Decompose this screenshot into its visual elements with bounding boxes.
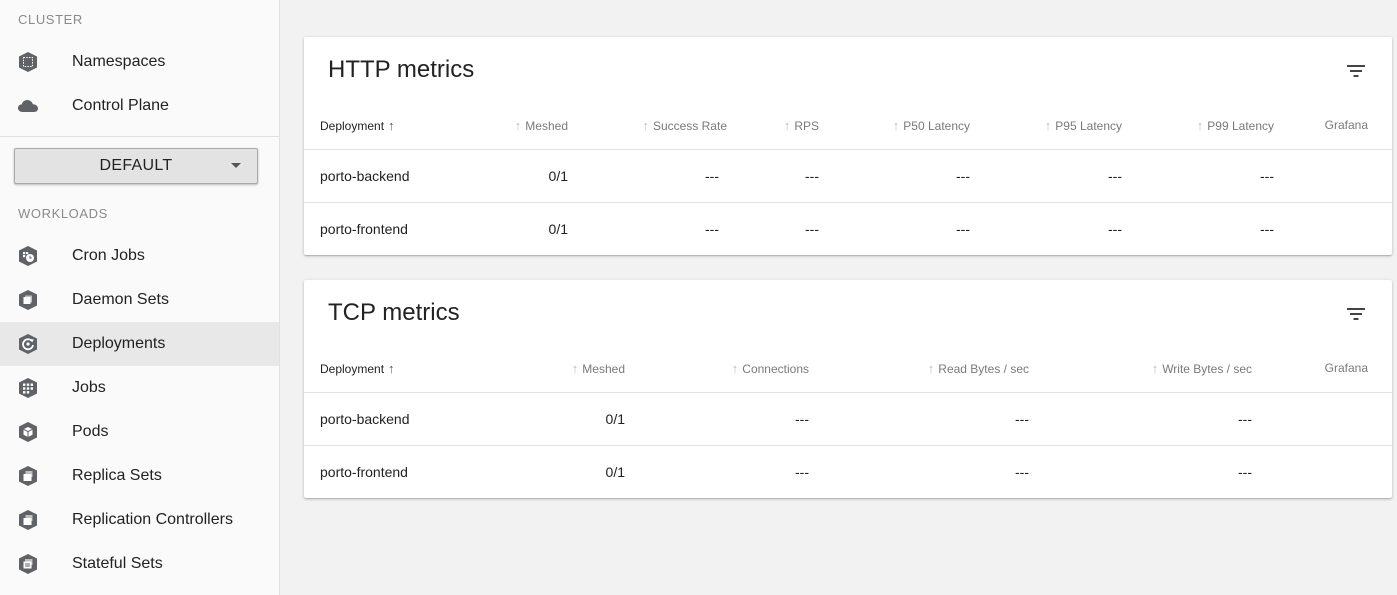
sidebar-divider — [0, 136, 279, 137]
sort-arrow-icon: ↑ — [642, 118, 649, 133]
table-cell-meshed: 0/1 — [548, 221, 568, 237]
sidebar-item-control-plane[interactable]: Control Plane — [0, 84, 279, 128]
replicationcontroller-icon — [17, 509, 39, 531]
sidebar-item-cron-jobs[interactable]: Cron Jobs — [0, 234, 279, 278]
column-header-grafana: Grafana — [1324, 118, 1368, 132]
table-cell-p50: --- — [956, 221, 970, 237]
table-cell-write-bytes: --- — [1238, 464, 1252, 480]
table-cell-p99: --- — [1260, 221, 1274, 237]
sort-arrow-icon: ↑ — [731, 361, 739, 376]
table-cell-meshed: 0/1 — [605, 411, 625, 427]
tcp-metrics-card: TCP metrics Deployment ↑ ↑ Meshed ↑ Conn… — [304, 280, 1392, 498]
column-header-meshed[interactable]: ↑ Meshed — [572, 361, 625, 376]
job-icon — [17, 377, 39, 399]
table-divider — [304, 149, 1392, 150]
pod-icon — [17, 421, 39, 443]
column-header-p95-latency[interactable]: ↑ P95 Latency — [1045, 118, 1122, 133]
column-header-connections[interactable]: ↑ Connections — [732, 361, 809, 376]
sort-arrow-icon: ↑ — [1196, 118, 1204, 133]
table-cell-success-rate: --- — [705, 221, 719, 237]
sidebar-item-label: Pods — [72, 423, 109, 440]
table-cell-deployment[interactable]: porto-backend — [320, 411, 410, 427]
sidebar-item-label: Replica Sets — [72, 467, 162, 484]
table-cell-meshed: 0/1 — [548, 168, 568, 184]
deployment-icon — [17, 333, 39, 355]
table-cell-rps: --- — [805, 221, 819, 237]
table-cell-deployment[interactable]: porto-frontend — [320, 221, 408, 237]
sort-arrow-icon: ↑ — [927, 361, 935, 376]
table-cell-read-bytes: --- — [1015, 464, 1029, 480]
cloud-icon — [17, 95, 39, 117]
sidebar-item-namespaces[interactable]: Namespaces — [0, 40, 279, 84]
table-cell-connections: --- — [795, 411, 809, 427]
sidebar: CLUSTER Namespaces Control Plane DEFAULT… — [0, 0, 280, 595]
sort-arrow-icon: ↑ — [514, 118, 522, 133]
http-metrics-card: HTTP metrics Deployment ↑ ↑ Meshed ↑ Suc… — [304, 37, 1392, 255]
sort-arrow-icon: ↑ — [1151, 361, 1159, 376]
table-cell-write-bytes: --- — [1238, 411, 1252, 427]
table-cell-connections: --- — [795, 464, 809, 480]
sidebar-item-pods[interactable]: Pods — [0, 410, 279, 454]
table-divider — [304, 392, 1392, 393]
column-header-p50-latency[interactable]: ↑ P50 Latency — [893, 118, 970, 133]
workloads-section-label: WORKLOADS — [18, 206, 108, 221]
sidebar-item-label: Jobs — [72, 379, 106, 396]
tcp-metrics-title: TCP metrics — [328, 299, 460, 326]
sidebar-item-label: Stateful Sets — [72, 555, 163, 572]
table-cell-deployment[interactable]: porto-frontend — [320, 464, 408, 480]
column-header-meshed[interactable]: ↑ Meshed — [515, 118, 568, 133]
sort-arrow-icon: ↑ — [571, 361, 579, 376]
sort-arrow-icon: ↑ — [388, 118, 395, 133]
sidebar-item-label: Cron Jobs — [72, 247, 145, 264]
column-header-write-bytes[interactable]: ↑ Write Bytes / sec — [1152, 361, 1252, 376]
sidebar-item-label: Replication Controllers — [72, 511, 233, 528]
namespace-icon — [17, 51, 39, 73]
sidebar-item-replica-sets[interactable]: Replica Sets — [0, 454, 279, 498]
sidebar-item-stateful-sets[interactable]: Stateful Sets — [0, 542, 279, 586]
table-divider — [304, 445, 1392, 446]
column-header-deployment[interactable]: Deployment ↑ — [320, 361, 395, 376]
cluster-section-label: CLUSTER — [18, 12, 83, 27]
sidebar-item-label: Daemon Sets — [72, 291, 169, 308]
statefulset-icon — [17, 553, 39, 575]
sidebar-item-label: Deployments — [72, 335, 166, 352]
table-cell-p99: --- — [1260, 168, 1274, 184]
table-cell-success-rate: --- — [705, 168, 719, 184]
http-metrics-title: HTTP metrics — [328, 56, 475, 83]
replicaset-icon — [17, 465, 39, 487]
cronjob-icon — [17, 245, 39, 267]
sort-arrow-icon: ↑ — [1044, 118, 1052, 133]
column-header-grafana: Grafana — [1324, 361, 1368, 375]
table-cell-read-bytes: --- — [1015, 411, 1029, 427]
sidebar-item-label: Control Plane — [72, 97, 169, 114]
namespace-select[interactable]: DEFAULT — [14, 148, 258, 184]
table-divider — [304, 202, 1392, 203]
sidebar-item-deployments[interactable]: Deployments — [0, 322, 279, 366]
table-cell-meshed: 0/1 — [605, 464, 625, 480]
table-cell-deployment[interactable]: porto-backend — [320, 168, 410, 184]
column-header-p99-latency[interactable]: ↑ P99 Latency — [1197, 118, 1274, 133]
sidebar-item-label: Namespaces — [72, 53, 166, 70]
table-cell-p95: --- — [1108, 221, 1122, 237]
column-header-success-rate[interactable]: ↑ Success Rate — [642, 118, 727, 133]
sidebar-item-daemon-sets[interactable]: Daemon Sets — [0, 278, 279, 322]
sidebar-item-replication-controllers[interactable]: Replication Controllers — [0, 498, 279, 542]
table-cell-p50: --- — [956, 168, 970, 184]
table-cell-p95: --- — [1108, 168, 1122, 184]
sort-arrow-icon: ↑ — [783, 118, 791, 133]
column-header-rps[interactable]: ↑ RPS — [784, 118, 819, 133]
sort-arrow-icon: ↑ — [892, 118, 900, 133]
column-header-deployment[interactable]: Deployment ↑ — [320, 118, 395, 133]
sidebar-item-jobs[interactable]: Jobs — [0, 366, 279, 410]
filter-icon[interactable] — [1344, 59, 1368, 83]
sort-arrow-icon: ↑ — [388, 361, 395, 376]
table-cell-rps: --- — [805, 168, 819, 184]
column-header-read-bytes[interactable]: ↑ Read Bytes / sec — [928, 361, 1029, 376]
caret-down-icon — [231, 163, 241, 168]
namespace-select-value: DEFAULT — [99, 157, 173, 174]
filter-icon[interactable] — [1344, 302, 1368, 326]
daemonset-icon — [17, 289, 39, 311]
